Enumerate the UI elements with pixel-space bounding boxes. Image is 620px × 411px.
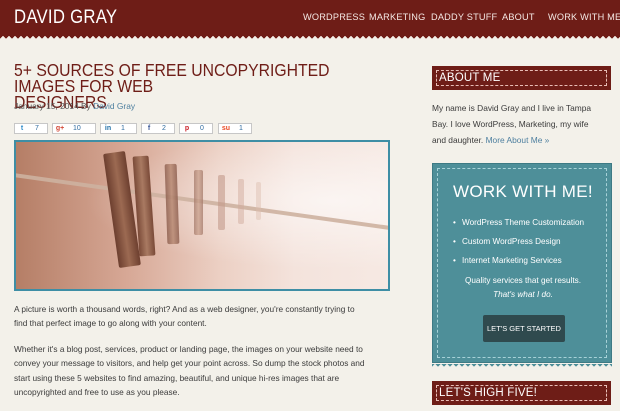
more-about-me-link[interactable]: More About Me » bbox=[486, 135, 550, 145]
share-count: 7 bbox=[35, 125, 39, 132]
featured-image bbox=[14, 140, 390, 291]
pinterest-icon: p bbox=[184, 125, 190, 132]
nav-item-daddy-stuff[interactable]: DADDY STUFF bbox=[431, 12, 497, 22]
widget-title: LET'S HIGH FIVE! bbox=[439, 387, 538, 399]
about-line: Bay. I love WordPress, Marketing, my wif… bbox=[432, 119, 589, 129]
share-count: 1 bbox=[239, 125, 243, 132]
cta-title: WORK WITH ME! bbox=[453, 182, 593, 201]
clothespin-graphic bbox=[164, 163, 180, 245]
cta-tagline-italic: That's what I do. bbox=[493, 290, 553, 299]
clothespin-graphic bbox=[256, 182, 261, 220]
nav-item-work-with-me[interactable]: WORK WITH ME bbox=[548, 12, 620, 22]
nav-item-marketing[interactable]: MARKETING bbox=[369, 12, 425, 22]
work-with-me-widget: WORK WITH ME! WordPress Theme Customizat… bbox=[432, 163, 612, 363]
share-twitter-button[interactable]: t 7 bbox=[14, 123, 48, 134]
about-line: My name is David Gray and I live in Tamp… bbox=[432, 103, 592, 113]
share-google-plus-button[interactable]: g+ 10 bbox=[52, 123, 96, 134]
header-stitch-divider bbox=[0, 36, 620, 41]
post-paragraph-2: Whether it's a blog post, services, prod… bbox=[14, 342, 394, 400]
post-title-line-1: 5+ SOURCES OF FREE UNCOPYRIGHTED IMAGES … bbox=[14, 60, 330, 96]
share-count: 1 bbox=[121, 125, 125, 132]
cta-service-list: WordPress Theme Customization Custom Wor… bbox=[453, 213, 584, 270]
stumbleupon-icon: su bbox=[221, 125, 231, 132]
twitter-icon: t bbox=[20, 125, 24, 132]
post-author-link[interactable]: David Gray bbox=[93, 101, 135, 111]
paragraph-line: Whether it's a blog post, services, prod… bbox=[14, 344, 363, 354]
about-me-text: My name is David Gray and I live in Tamp… bbox=[432, 100, 612, 148]
share-stumbleupon-button[interactable]: su 1 bbox=[218, 123, 252, 134]
share-facebook-button[interactable]: f 2 bbox=[141, 123, 175, 134]
clothespin-graphic bbox=[218, 175, 225, 230]
high-five-widget-header: LET'S HIGH FIVE! bbox=[432, 381, 611, 405]
cta-list-item: Internet Marketing Services bbox=[453, 251, 584, 270]
clothespin-graphic bbox=[194, 170, 203, 235]
google-plus-icon: g+ bbox=[55, 125, 65, 132]
about-line: and daughter. bbox=[432, 135, 484, 145]
facebook-icon: f bbox=[147, 125, 151, 132]
paragraph-line: uncopyrighted and free to use as you ple… bbox=[14, 387, 180, 398]
lets-get-started-button[interactable]: LET'S GET STARTED bbox=[483, 315, 565, 342]
cta-tagline: Quality services that get results. bbox=[464, 276, 582, 285]
paragraph-line: start using these 5 websites to find ama… bbox=[14, 372, 340, 383]
about-me-widget-header: ABOUT ME bbox=[432, 66, 611, 90]
share-count: 0 bbox=[200, 125, 204, 132]
paragraph-line: find that perfect image to go along with… bbox=[14, 318, 207, 329]
paragraph-line: A picture is worth a thousand words, rig… bbox=[14, 304, 355, 314]
post-meta: January 15, 2014 By David Gray bbox=[14, 101, 135, 111]
share-linkedin-button[interactable]: in 1 bbox=[100, 123, 137, 134]
post-date: January 15, 2014 By bbox=[14, 101, 91, 111]
cta-list-item: Custom WordPress Design bbox=[453, 232, 584, 251]
widget-title: ABOUT ME bbox=[439, 72, 501, 84]
cta-list-item: WordPress Theme Customization bbox=[453, 213, 584, 232]
share-count: 2 bbox=[162, 125, 166, 132]
linkedin-icon: in bbox=[104, 125, 112, 132]
post-paragraph-1: A picture is worth a thousand words, rig… bbox=[14, 302, 394, 331]
paragraph-line: convey your message to visitors, and hel… bbox=[14, 358, 365, 369]
nav-item-wordpress[interactable]: WORDPRESS bbox=[303, 12, 365, 22]
site-logo[interactable]: DAVID GRAY bbox=[14, 7, 117, 29]
share-count: 10 bbox=[73, 125, 81, 132]
nav-item-about[interactable]: ABOUT bbox=[502, 12, 535, 22]
cta-stitch-divider bbox=[432, 364, 612, 368]
clothespin-graphic bbox=[238, 179, 244, 224]
share-pinterest-button[interactable]: p 0 bbox=[179, 123, 213, 134]
site-header: DAVID GRAY WORDPRESS MARKETING DADDY STU… bbox=[0, 0, 620, 36]
